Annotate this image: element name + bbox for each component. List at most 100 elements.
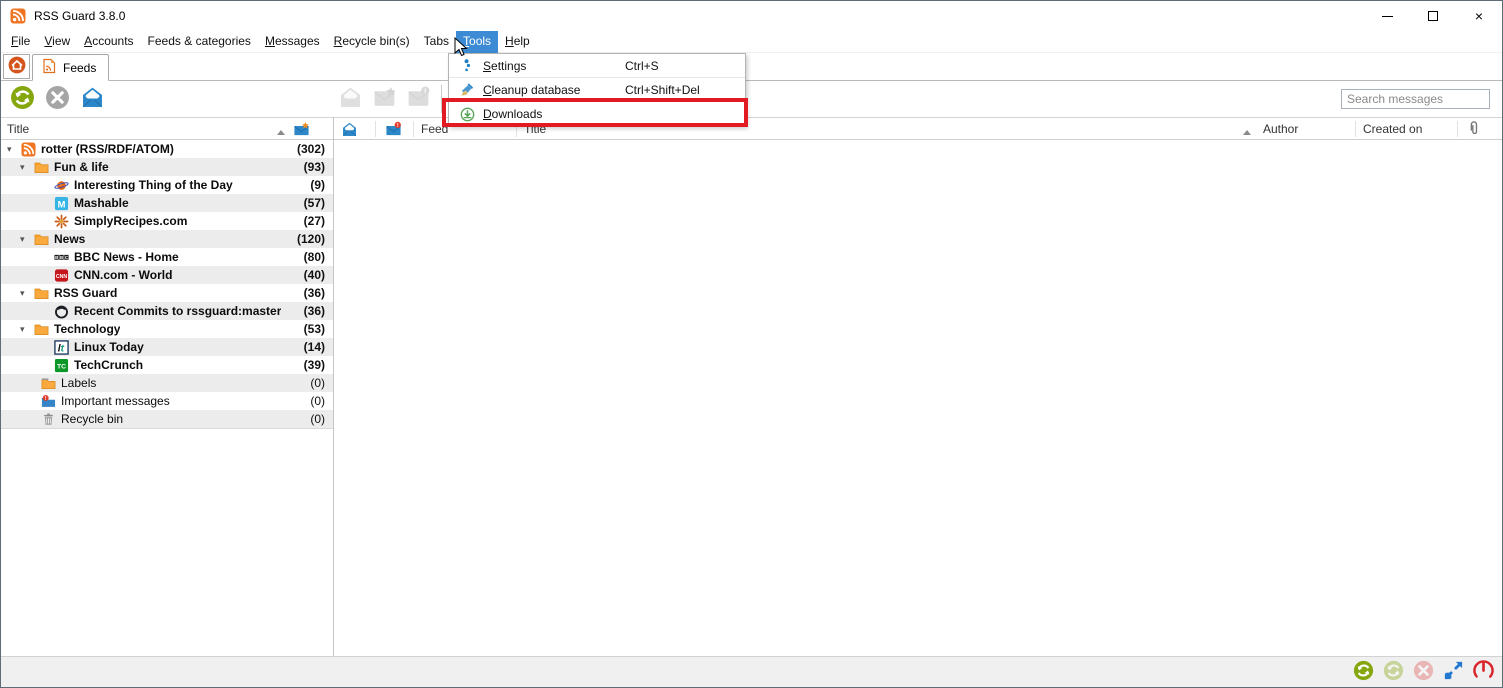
open-envelope-blue-icon xyxy=(80,85,105,113)
envelope-star-gray-button xyxy=(371,86,397,112)
downloads-icon xyxy=(459,106,475,122)
power-icon xyxy=(1473,660,1494,684)
feed-title: Recycle bin xyxy=(61,412,123,426)
svg-text:M: M xyxy=(57,199,65,209)
menu-item-cleanup-database[interactable]: Cleanup databaseCtrl+Shift+Del xyxy=(449,78,745,102)
expand-arrow-icon[interactable]: ▾ xyxy=(20,162,33,173)
feed-row-fun-life[interactable]: ▾Fun & life(93) xyxy=(1,158,333,176)
menu-item-downloads[interactable]: Downloads xyxy=(449,102,745,126)
feed-unread-count: (36) xyxy=(304,284,325,302)
feed-row-recycle-bin[interactable]: Recycle bin(0) xyxy=(1,410,333,428)
svg-text:TC: TC xyxy=(57,363,66,370)
menu-help[interactable]: Help xyxy=(498,31,537,53)
open-envelope-gray-icon xyxy=(338,85,363,113)
menu-tabs[interactable]: Tabs xyxy=(417,31,456,53)
tabbar: Feeds xyxy=(1,53,1502,81)
minimize-button[interactable] xyxy=(1364,1,1410,31)
home-button[interactable] xyxy=(3,54,30,79)
feed-list: ▾rotter (RSS/RDF/ATOM)(302)▾Fun & life(9… xyxy=(1,140,333,428)
simplyrecipes-icon xyxy=(53,213,69,229)
menu-file[interactable]: File xyxy=(4,31,37,53)
minimize-icon xyxy=(1382,16,1393,17)
menu-tools[interactable]: Tools xyxy=(456,31,498,53)
expand-arrow-icon[interactable]: ▾ xyxy=(20,288,33,299)
feed-title: BBC News - Home xyxy=(74,250,179,264)
labels-folder-icon xyxy=(40,375,56,391)
feed-title: Linux Today xyxy=(74,340,144,354)
toolbar: ! xyxy=(1,81,1502,117)
feed-unread-count: (9) xyxy=(310,176,325,194)
feed-row-labels[interactable]: Labels(0) xyxy=(1,374,333,392)
stop-icon xyxy=(45,85,70,113)
feed-row-news[interactable]: ▾News(120) xyxy=(1,230,333,248)
sync-icon xyxy=(1383,660,1404,684)
feed-row-rotter-rss-rdf-atom[interactable]: ▾rotter (RSS/RDF/ATOM)(302) xyxy=(1,140,333,158)
feed-row-rss-guard[interactable]: ▾RSS Guard(36) xyxy=(1,284,333,302)
settings-icon xyxy=(459,58,475,74)
menu-feeds-categories[interactable]: Feeds & categories xyxy=(141,31,258,53)
feed-title: Technology xyxy=(54,322,120,336)
folder-icon xyxy=(33,285,49,301)
techcrunch-icon: TC xyxy=(53,357,69,373)
search-input[interactable] xyxy=(1341,89,1490,109)
menu-view[interactable]: View xyxy=(37,31,77,53)
feed-list-bottom-border xyxy=(1,428,333,429)
sync-button[interactable] xyxy=(9,86,35,112)
feed-unread-count: (0) xyxy=(310,392,325,410)
tab-feeds[interactable]: Feeds xyxy=(32,54,109,81)
feed-row-techcrunch[interactable]: TCTechCrunch(39) xyxy=(1,356,333,374)
menu-messages[interactable]: Messages xyxy=(258,31,327,53)
feed-row-mashable[interactable]: MMashable(57) xyxy=(1,194,333,212)
power-statusbar-button[interactable] xyxy=(1472,661,1494,683)
feed-unread-count: (53) xyxy=(304,320,325,338)
feeds-doc-icon xyxy=(41,58,57,77)
open-envelope-blue-button[interactable] xyxy=(79,86,105,112)
tools-dropdown-menu: SettingsCtrl+SCleanup databaseCtrl+Shift… xyxy=(448,53,746,127)
feed-unread-count: (93) xyxy=(304,158,325,176)
paperclip-icon[interactable] xyxy=(1465,120,1482,142)
message-list-area[interactable] xyxy=(334,140,1502,656)
message-header-author[interactable]: Author xyxy=(1263,118,1298,140)
sort-ascending-icon xyxy=(1243,120,1251,142)
maximize-button[interactable] xyxy=(1410,1,1456,31)
expand-arrow-icon[interactable]: ▾ xyxy=(7,144,20,155)
menu-item-label: Downloads xyxy=(483,107,625,121)
titlebar: RSS Guard 3.8.0 × xyxy=(1,1,1502,31)
feed-title: Interesting Thing of the Day xyxy=(74,178,233,192)
stop-button[interactable] xyxy=(44,86,70,112)
sync-icon xyxy=(1353,660,1374,684)
window-controls: × xyxy=(1364,1,1502,31)
home-icon xyxy=(8,56,26,77)
envelope-alert-gray-button: ! xyxy=(405,86,431,112)
feed-unread-count: (36) xyxy=(304,302,325,320)
planet-icon xyxy=(53,177,69,193)
expand-arrow-icon[interactable]: ▾ xyxy=(20,324,33,335)
svg-text:!: ! xyxy=(424,86,426,95)
feed-row-bbc-news-home[interactable]: BBCBBC News - Home(80) xyxy=(1,248,333,266)
feed-row-simplyrecipes-com[interactable]: SimplyRecipes.com(27) xyxy=(1,212,333,230)
feed-row-linux-today[interactable]: ltLinux Today(14) xyxy=(1,338,333,356)
feed-row-cnn-com-world[interactable]: CNNCNN.com - World(40) xyxy=(1,266,333,284)
menu-item-shortcut: Ctrl+Shift+Del xyxy=(625,83,731,97)
feed-unread-count: (39) xyxy=(304,356,325,374)
close-button[interactable]: × xyxy=(1456,1,1502,31)
menu-accounts[interactable]: Accounts xyxy=(77,31,140,53)
feed-row-interesting-thing-of-the-day[interactable]: Interesting Thing of the Day (9) xyxy=(1,176,333,194)
feed-row-important-messages[interactable]: !Important messages(0) xyxy=(1,392,333,410)
important-folder-icon: ! xyxy=(40,393,56,409)
feed-list-header-title[interactable]: Title xyxy=(7,118,29,140)
mashable-icon: M xyxy=(53,195,69,211)
menu-recycle-bin-s[interactable]: Recycle bin(s) xyxy=(327,31,417,53)
sync-statusbar-button[interactable] xyxy=(1352,661,1374,683)
menu-item-settings[interactable]: SettingsCtrl+S xyxy=(449,54,745,78)
message-header-created-on[interactable]: Created on xyxy=(1363,118,1422,140)
cancel-statusbar-button xyxy=(1412,661,1434,683)
fullscreen-statusbar-button[interactable] xyxy=(1442,661,1464,683)
feed-row-recent-commits-to-rssguard-master[interactable]: Recent Commits to rssguard:master(36) xyxy=(1,302,333,320)
feed-title: Labels xyxy=(61,376,96,390)
feed-unread-count: (80) xyxy=(304,248,325,266)
cnn-icon: CNN xyxy=(53,267,69,283)
expand-arrow-icon[interactable]: ▾ xyxy=(20,234,33,245)
message-header-feed[interactable]: Feed xyxy=(421,118,448,140)
feed-row-technology[interactable]: ▾ Technology (53) xyxy=(1,320,333,338)
